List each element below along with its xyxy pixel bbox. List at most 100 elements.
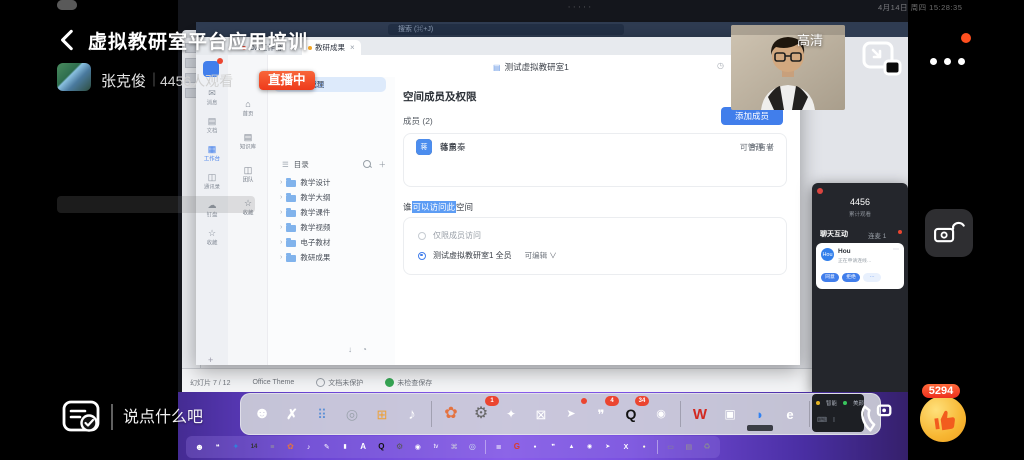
dock-app-icon[interactable]: tv	[428, 440, 443, 455]
secondary-dock: ☻ ❝ ✦ 14 ≡ ✿ ♪ ✎ ▮ A	[186, 436, 720, 458]
tree-folder-item[interactable]: › 教学视频	[274, 220, 392, 235]
dock-app-icon[interactable]: ▣	[716, 400, 744, 428]
dock-app-icon[interactable]: ≡	[265, 440, 280, 455]
dock-app-icon[interactable]: Q	[374, 440, 389, 455]
dock-app-icon[interactable]: ◉	[582, 440, 597, 455]
more-menu-button[interactable]	[958, 58, 965, 65]
live-stream-screen[interactable]: ∙ ∙ ∙ ∙ ∙ 幻灯片 7 / 12 Office Theme	[0, 0, 1024, 460]
dock-app-icon[interactable]: ♻	[699, 440, 714, 455]
dock-app-icon[interactable]: ⚙ 1	[467, 400, 495, 428]
add-icon[interactable]: +	[208, 355, 213, 365]
dock-app-icon[interactable]: ♪	[301, 440, 316, 455]
dock-app-icon[interactable]: X	[619, 440, 634, 455]
radio-selected-icon[interactable]	[418, 252, 426, 260]
member-count: 成员 (2)	[403, 115, 433, 127]
radio-unselected-icon[interactable]	[418, 232, 426, 240]
dock-app-icon[interactable]: ❝	[210, 440, 225, 455]
dock-app-icon[interactable]: ◉	[410, 440, 425, 455]
back-button[interactable]	[55, 27, 81, 53]
permission-dropdown[interactable]: 可编辑 ∨	[525, 250, 557, 261]
dock-app-icon[interactable]: ▮	[338, 440, 353, 455]
chat-input[interactable]	[121, 404, 275, 432]
dock-app-icon[interactable]: ➤	[600, 440, 615, 455]
access-option-members-only[interactable]: 仅限成员访问	[418, 230, 481, 241]
dock-app-icon[interactable]: ✿	[283, 440, 298, 455]
dock-app-icon[interactable]: G	[509, 440, 524, 455]
docs-rail-item[interactable]: ▤知识库	[228, 132, 268, 151]
search-icon[interactable]	[363, 160, 371, 168]
dock-app-icon[interactable]: Q 34	[617, 400, 645, 428]
dock-app-icon[interactable]: ≣	[491, 440, 506, 455]
member-role[interactable]: 可管理 ∨	[740, 142, 774, 153]
dock-app-icon[interactable]: ◉	[647, 400, 675, 428]
dock-app-icon[interactable]: ☻	[192, 440, 207, 455]
dock-app-icon[interactable]: ◗	[746, 400, 774, 428]
dock-app-icon[interactable]: W	[686, 400, 714, 428]
streamer-avatar[interactable]	[57, 63, 91, 91]
dock-app-icon[interactable]: ⌘	[447, 440, 462, 455]
dock-app-icon[interactable]: ❞ 4	[587, 400, 615, 428]
dock-app-icon[interactable]: ➤	[557, 400, 585, 428]
docs-rail-item[interactable]: ⌂首页	[228, 99, 268, 118]
dock-app-icon[interactable]: ✿	[437, 400, 465, 428]
dock-app-icon[interactable]: ✦	[497, 400, 525, 428]
dock-app-icon[interactable]: ●	[637, 440, 652, 455]
docs-rail-item[interactable]: ◫团队	[228, 165, 268, 184]
dock-app-icon[interactable]: 14	[247, 440, 262, 455]
dock-app-icon[interactable]: ✎	[319, 440, 334, 455]
more-options-button[interactable]: ⋯	[863, 273, 881, 282]
tree-folder-item[interactable]: › 教学大纲	[274, 190, 392, 205]
picture-in-picture-button[interactable]	[861, 40, 903, 78]
hd-quality-label[interactable]: 高清	[797, 30, 823, 49]
tab-mic-connect[interactable]: 连麦 1	[868, 230, 886, 240]
dock-app-icon[interactable]: ✗	[278, 400, 306, 428]
dock-app-icon[interactable]: ●	[528, 440, 543, 455]
tree-folder-item[interactable]: › 教研成果	[274, 250, 392, 265]
close-tab-icon[interactable]: ×	[350, 43, 355, 52]
dock-app-icon[interactable]: ⊞	[368, 400, 396, 428]
access-options-card: 仅限成员访问 测试虚拟教研室1 全员 可编辑 ∨	[403, 217, 787, 275]
access-option-all-staff[interactable]: 测试虚拟教研室1 全员 可编辑 ∨	[418, 250, 557, 261]
tree-folder-item[interactable]: › 电子教材	[274, 235, 392, 250]
dock-app-icon[interactable]: ⚙	[392, 440, 407, 455]
dock-app-icon[interactable]: ▭	[663, 440, 678, 455]
download-icon[interactable]: ↓	[348, 345, 352, 354]
member-avatar: 蒋	[416, 139, 432, 155]
rotation-lock-button[interactable]	[925, 209, 973, 257]
dock-app-icon[interactable]: ▲	[564, 440, 579, 455]
like-button[interactable]	[920, 396, 966, 442]
more-icon[interactable]: ⋯	[893, 246, 899, 253]
accept-button[interactable]: 同意	[821, 273, 839, 282]
reject-button[interactable]: 拒绝	[842, 273, 860, 282]
dock-app-icon[interactable]: e	[776, 400, 804, 428]
dock-app-icon[interactable]: ◎	[465, 440, 480, 455]
webcam-video[interactable]	[731, 25, 845, 110]
member-row[interactable]: 蒋 蒋东秦 可管理 ∨	[404, 134, 786, 160]
tab-chat-interaction[interactable]: 聊天互动	[820, 229, 848, 239]
more-menu-button[interactable]	[944, 58, 951, 65]
more-menu-button[interactable]	[930, 58, 937, 65]
dock-app-icon[interactable]: ♪	[398, 400, 426, 428]
tree-folder-item[interactable]: › 教学课件	[274, 205, 392, 220]
app-rail-item[interactable]: ▤文档	[196, 116, 228, 135]
tab-teaching-results[interactable]: 教研成果 ×	[302, 40, 361, 55]
folder-icon	[286, 210, 296, 217]
app-rail-item[interactable]: ☆收藏	[196, 228, 228, 247]
app-rail-item[interactable]: ◫通讯录	[196, 172, 228, 191]
dock-app-icon[interactable]: ✦	[228, 440, 243, 455]
dock-app-icon[interactable]: ▤	[681, 440, 696, 455]
history-icon[interactable]: ◷	[717, 61, 724, 70]
dock-app-icon[interactable]: ◎	[338, 400, 366, 428]
add-icon[interactable]: ＋	[379, 159, 387, 170]
video-call-button[interactable]	[858, 398, 896, 436]
dock-app-icon[interactable]: A	[356, 440, 371, 455]
tree-folder-item[interactable]: › 教学设计	[274, 175, 392, 190]
dock-app-icon[interactable]: ❞	[546, 440, 561, 455]
app-rail-item[interactable]: ▦工作台	[196, 144, 228, 163]
dock-app-icon[interactable]: ⠿	[308, 400, 336, 428]
history-icon[interactable]: ◔	[362, 345, 367, 354]
dock-app-icon[interactable]: ⊠	[527, 400, 555, 428]
search-input[interactable]: 搜索 (⌘+J)	[388, 24, 624, 35]
close-icon[interactable]	[817, 188, 823, 194]
chat-settings-icon[interactable]	[61, 398, 103, 436]
